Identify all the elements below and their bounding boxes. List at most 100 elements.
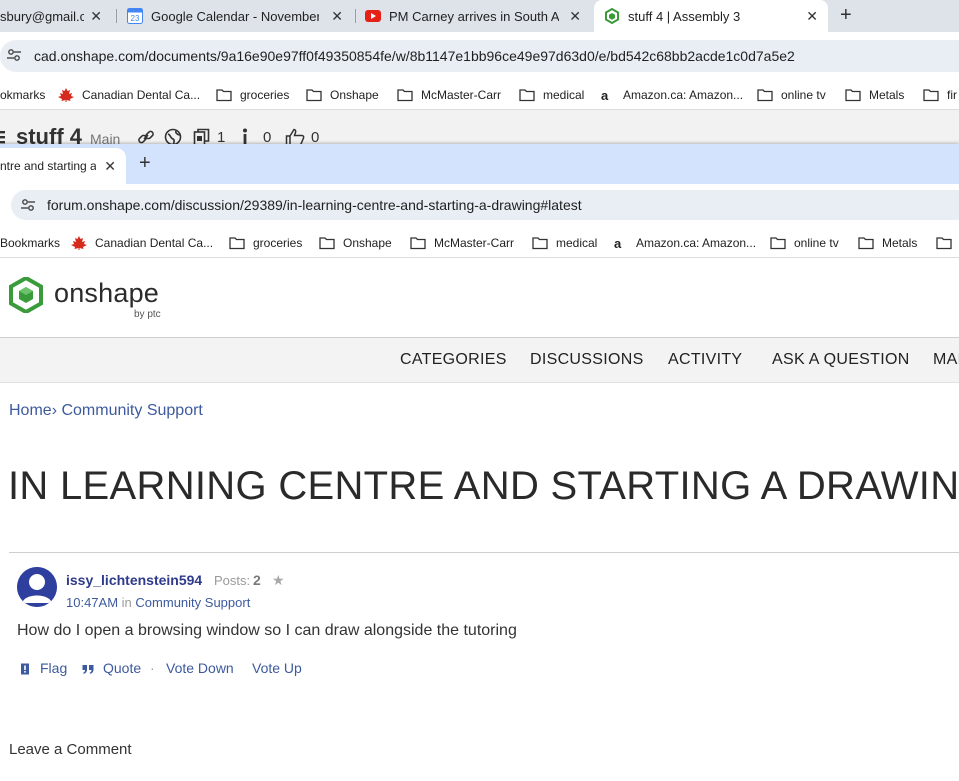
onshape-logo-icon[interactable] — [9, 275, 43, 315]
bookmark-folder-mcmaster[interactable]: McMaster-Carr — [410, 228, 514, 258]
vote-up-label: Vote Up — [252, 660, 302, 676]
bookmark-all[interactable]: okmarks — [0, 80, 45, 110]
bookmark-canadian-dental[interactable]: Canadian Dental Ca... — [71, 228, 213, 258]
nav-more-partial[interactable]: MAR — [933, 351, 959, 369]
tab-separator — [116, 9, 117, 23]
bookmark-label: Metals — [869, 88, 905, 102]
bookmark-folder-mcmaster[interactable]: McMaster-Carr — [397, 80, 501, 110]
url-text[interactable]: forum.onshape.com/discussion/29389/in-le… — [47, 197, 582, 213]
address-bar[interactable]: cad.onshape.com/documents/9a16e90e97ff0f… — [0, 40, 959, 72]
folder-icon — [229, 236, 245, 250]
folder-icon — [319, 236, 335, 250]
bookmark-label: groceries — [240, 88, 290, 102]
tab-onshape-assembly[interactable]: stuff 4 | Assembly 3 ✕ — [594, 0, 828, 32]
front-tab-strip: ntre and starting a ✕ + — [0, 144, 959, 184]
bookmark-all[interactable]: Bookmarks — [0, 228, 60, 258]
address-bar[interactable]: forum.onshape.com/discussion/29389/in-le… — [11, 190, 959, 220]
divider — [0, 257, 959, 258]
tab-gmail[interactable]: sbury@gmail.c ✕ — [0, 0, 108, 32]
bookmark-label: fir — [947, 88, 957, 102]
folder-icon — [757, 88, 773, 102]
bookmark-label: Amazon.ca: Amazon... — [623, 88, 744, 102]
new-tab-button[interactable]: + — [139, 152, 151, 174]
avatar[interactable] — [17, 567, 57, 607]
author-name[interactable]: issy_lichtenstein594 — [66, 572, 202, 588]
back-tab-strip: sbury@gmail.c ✕ 23 Google Calendar - Nov… — [0, 0, 959, 32]
star-icon: ★ — [272, 572, 285, 588]
close-icon[interactable]: ✕ — [104, 158, 116, 175]
folder-icon — [306, 88, 322, 102]
nav-categories[interactable]: CATEGORIES — [400, 351, 507, 369]
post-time[interactable]: 10:47AM — [66, 595, 118, 610]
bookmark-label: Metals — [882, 236, 918, 250]
bookmark-amazon[interactable]: a Amazon.ca: Amazon... — [601, 80, 743, 110]
tab-title: Google Calendar - November 2 — [151, 8, 319, 24]
folder-icon — [845, 88, 861, 102]
close-icon[interactable]: ✕ — [569, 8, 581, 25]
bookmark-folder-fir[interactable]: fir — [923, 80, 957, 110]
site-settings-icon[interactable] — [7, 48, 21, 62]
onshape-logo-text[interactable]: onshape — [54, 278, 159, 309]
tab-separator — [355, 9, 356, 23]
bookmark-label: online tv — [781, 88, 826, 102]
folder-icon — [770, 236, 786, 250]
quote-button[interactable]: Quote — [82, 660, 141, 676]
close-icon[interactable]: ✕ — [331, 8, 343, 25]
folder-icon — [519, 88, 535, 102]
amazon-icon: a — [601, 88, 609, 103]
close-icon[interactable]: ✕ — [806, 8, 818, 25]
bookmark-amazon[interactable]: a Amazon.ca: Amazon... — [614, 228, 756, 258]
bookmark-folder-onshape[interactable]: Onshape — [319, 228, 392, 258]
bookmark-folder-metals[interactable]: Metals — [845, 80, 904, 110]
bookmark-folder-onshape[interactable]: Onshape — [306, 80, 379, 110]
bookmark-canadian-dental[interactable]: Canadian Dental Ca... — [58, 80, 200, 110]
front-browser-window: ntre and starting a ✕ + forum.onshape.co… — [0, 144, 959, 781]
folder-icon — [216, 88, 232, 102]
bookmark-label: medical — [556, 236, 598, 250]
menu-icon[interactable] — [0, 130, 5, 144]
bookmark-label: okmarks — [0, 88, 46, 102]
bookmark-label: Canadian Dental Ca... — [95, 236, 214, 250]
site-settings-icon[interactable] — [21, 198, 35, 212]
new-tab-button[interactable]: + — [840, 4, 852, 26]
vote-down-button[interactable]: Vote Down — [166, 660, 234, 676]
amazon-icon: a — [614, 236, 622, 251]
bookmark-label: medical — [543, 88, 585, 102]
bookmark-label: online tv — [794, 236, 839, 250]
tab-youtube[interactable]: PM Carney arrives in South Afri ✕ — [365, 0, 589, 32]
nav-activity[interactable]: ACTIVITY — [668, 351, 742, 369]
bookmark-folder-groceries[interactable]: groceries — [229, 228, 302, 258]
quote-label: Quote — [103, 660, 142, 676]
nav-ask-a-question[interactable]: ASK A QUESTION — [772, 351, 910, 369]
breadcrumb-category[interactable]: Community Support — [61, 402, 202, 419]
post-category-link[interactable]: Community Support — [135, 595, 250, 610]
onshape-icon — [604, 7, 620, 25]
url-text[interactable]: cad.onshape.com/documents/9a16e90e97ff0f… — [34, 48, 795, 64]
nav-discussions[interactable]: DISCUSSIONS — [530, 351, 644, 369]
bookmark-label: Onshape — [330, 88, 379, 102]
folder-icon — [397, 88, 413, 102]
calendar-icon: 23 — [127, 8, 143, 24]
bookmark-folder-groceries[interactable]: groceries — [216, 80, 289, 110]
leave-comment-heading: Leave a Comment — [9, 741, 132, 758]
vote-up-button[interactable]: Vote Up — [252, 660, 302, 676]
bookmark-label: Canadian Dental Ca... — [82, 88, 201, 102]
bookmark-folder-medical[interactable]: medical — [532, 228, 597, 258]
flag-button[interactable]: Flag — [19, 660, 67, 676]
quote-icon — [82, 662, 94, 674]
tab-onshape-forum[interactable]: ntre and starting a ✕ — [0, 148, 126, 184]
action-separator: · — [150, 660, 155, 676]
breadcrumb-separator: › — [51, 402, 58, 419]
breadcrumb-home[interactable]: Home — [9, 402, 52, 419]
bookmark-folder-online-tv[interactable]: online tv — [770, 228, 839, 258]
posts-count: 2 — [253, 572, 261, 588]
front-bookmarks-bar: Bookmarks Canadian Dental Ca... grocerie… — [0, 228, 959, 258]
bookmark-folder-metals[interactable]: Metals — [858, 228, 917, 258]
bookmark-folder-online-tv[interactable]: online tv — [757, 80, 826, 110]
bookmark-folder-medical[interactable]: medical — [519, 80, 584, 110]
post-meta: 10:47AM in Community Support — [66, 595, 250, 610]
bookmark-label: Amazon.ca: Amazon... — [636, 236, 757, 250]
bookmark-folder-partial[interactable] — [936, 228, 959, 258]
tab-google-calendar[interactable]: 23 Google Calendar - November 2 ✕ — [127, 0, 351, 32]
close-icon[interactable]: ✕ — [90, 8, 102, 25]
